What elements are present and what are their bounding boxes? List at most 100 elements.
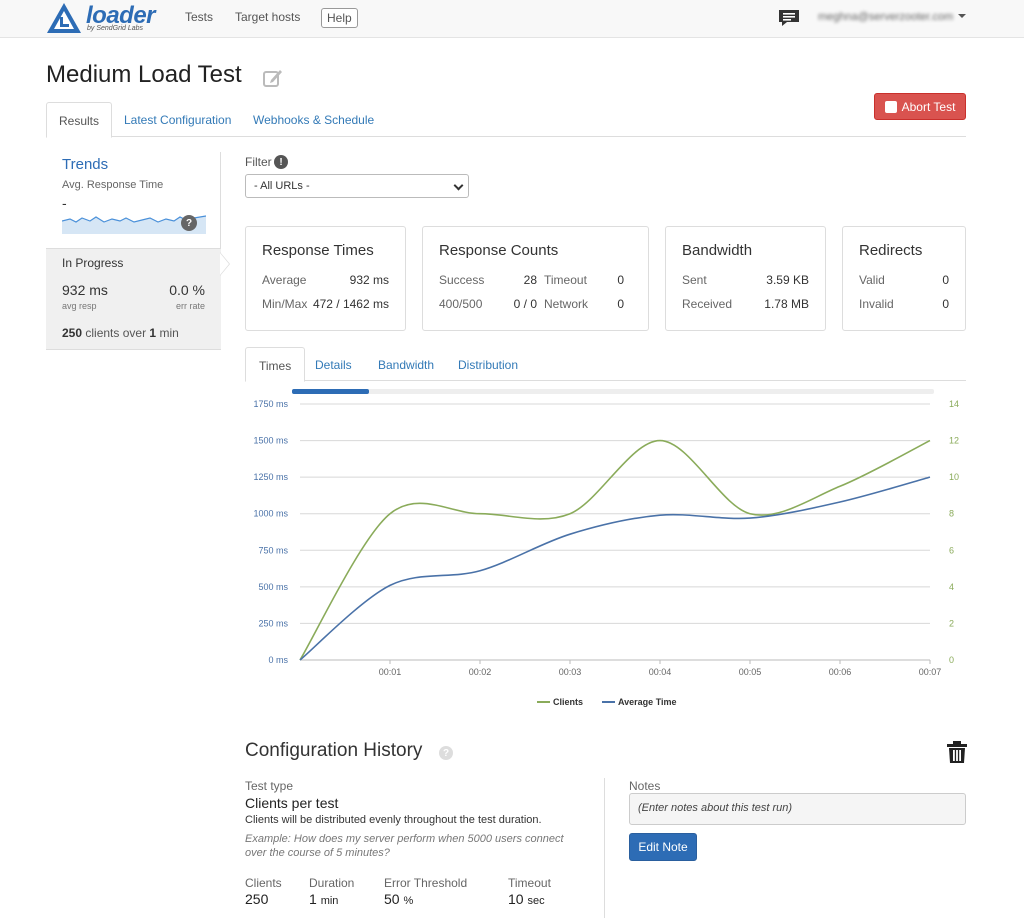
top-navbar: loader by SendGrid Labs Tests Target hos… — [0, 0, 1024, 38]
duration-label: Duration — [309, 876, 355, 890]
y-left-tick-label: 1750 ms — [253, 399, 288, 409]
trends-title[interactable]: Trends — [62, 156, 108, 173]
timeout-label: Timeout — [508, 876, 551, 890]
tab-webhooks-schedule[interactable]: Webhooks & Schedule — [241, 102, 386, 137]
y-left-tick-label: 1500 ms — [253, 436, 288, 446]
y-left-tick-label: 250 ms — [258, 618, 288, 628]
user-menu-caret-icon[interactable] — [958, 14, 966, 18]
timeout-value: 10 sec — [508, 891, 545, 907]
y-left-tick-label: 0 ms — [268, 655, 288, 665]
trends-help-icon[interactable]: ? — [181, 215, 197, 231]
clients-label: Clients — [245, 876, 282, 890]
response-counts-panel: Response Counts Success 28 Timeout 0 400… — [422, 226, 649, 331]
panel-title: Redirects — [859, 242, 923, 259]
url-filter-select[interactable]: - All URLs - — [245, 174, 469, 198]
timeout-unit: sec — [527, 895, 545, 907]
valid-value: 0 — [942, 273, 949, 287]
duration-unit: min — [320, 895, 339, 907]
y-right-tick-label: 0 — [949, 655, 954, 665]
notes-field[interactable]: (Enter notes about this test run) — [629, 793, 966, 825]
redirects-panel: Redirects Valid 0 Invalid 0 — [842, 226, 966, 331]
sent-value: 3.59 KB — [766, 273, 809, 287]
panel-title: Bandwidth — [682, 242, 753, 259]
status-label: In Progress — [62, 256, 124, 270]
duration-value: 1 min — [309, 891, 338, 907]
tab-results[interactable]: Results — [46, 102, 113, 138]
configuration-history-title: Configuration History — [245, 740, 423, 761]
timeout-value: 0 — [617, 273, 624, 287]
y-left-tick-label: 500 ms — [258, 582, 288, 592]
test-progress-bar — [292, 389, 934, 394]
chart-tabs: Times Details Bandwidth Distribution — [245, 347, 966, 382]
error-threshold-unit: % — [403, 895, 414, 907]
y-right-tick-label: 6 — [949, 545, 954, 555]
nav-target-hosts-link[interactable]: Target hosts — [235, 10, 300, 24]
test-type-value: Clients per test — [245, 795, 339, 811]
err-rate-label: err rate — [175, 301, 205, 311]
help-button[interactable]: Help — [321, 8, 358, 28]
y-left-tick-label: 750 ms — [258, 545, 288, 555]
success-value: 28 — [523, 273, 537, 287]
error-threshold-number: 50 — [384, 891, 400, 907]
filter-info-icon[interactable]: ! — [274, 155, 288, 169]
timeout-label: Timeout — [544, 273, 587, 287]
main-tabs: Results Latest Configuration Webhooks & … — [46, 102, 966, 138]
tab-bandwidth[interactable]: Bandwidth — [365, 347, 447, 381]
y-right-tick-label: 12 — [949, 436, 959, 446]
edit-title-icon[interactable] — [262, 67, 284, 89]
tab-latest-configuration[interactable]: Latest Configuration — [112, 102, 243, 137]
success-label: Success — [439, 273, 485, 287]
x-tick-label: 00:07 — [919, 667, 942, 677]
url-filter-selected: - All URLs - — [254, 180, 310, 192]
average-label: Average — [262, 273, 307, 287]
x-tick-label: 00:03 — [559, 667, 582, 677]
tab-distribution[interactable]: Distribution — [445, 347, 531, 381]
test-type-description: Clients will be distributed evenly throu… — [245, 814, 542, 826]
clients-mid-text: clients over — [85, 326, 147, 340]
received-value: 1.78 MB — [764, 297, 809, 311]
trash-icon[interactable] — [946, 740, 968, 764]
y-right-tick-label: 2 — [949, 618, 954, 628]
test-progress-fill — [292, 389, 370, 394]
y-right-tick-label: 4 — [949, 582, 954, 592]
invalid-value: 0 — [942, 297, 949, 311]
400-500-value: 0 / 0 — [513, 297, 537, 311]
progress-summary: In Progress 932 ms avg resp 0.0 % err ra… — [46, 248, 221, 350]
error-threshold-label: Error Threshold — [384, 876, 468, 890]
tab-times[interactable]: Times — [245, 347, 306, 382]
tab-details[interactable]: Details — [302, 347, 365, 381]
clients-unit: min — [159, 326, 179, 340]
x-tick-label: 00:06 — [829, 667, 852, 677]
loader-logo-icon — [47, 3, 81, 33]
y-right-tick-label: 8 — [949, 509, 954, 519]
legend-label: Average Time — [618, 697, 677, 707]
config-divider — [604, 778, 605, 918]
sent-label: Sent — [682, 273, 707, 287]
edit-note-button[interactable]: Edit Note — [629, 833, 697, 861]
panel-title: Response Times — [262, 242, 374, 259]
clients-duration: 1 — [149, 326, 157, 340]
y-right-tick-label: 14 — [949, 399, 959, 409]
y-left-tick-label: 1000 ms — [253, 509, 288, 519]
notes-placeholder: (Enter notes about this test run) — [638, 802, 793, 814]
400-500-label: 400/500 — [439, 297, 483, 311]
nav-tests-link[interactable]: Tests — [185, 10, 213, 24]
notes-label: Notes — [629, 779, 661, 793]
y-right-tick-label: 10 — [949, 472, 959, 482]
trends-value: - — [62, 195, 67, 211]
valid-label: Valid — [859, 273, 885, 287]
config-help-icon[interactable]: ? — [439, 746, 453, 760]
bandwidth-panel: Bandwidth Sent 3.59 KB Received 1.78 MB — [665, 226, 826, 331]
user-email[interactable]: meghna@serverzooter.com — [818, 11, 953, 23]
x-tick-label: 00:02 — [469, 667, 492, 677]
avg-resp-value: 932 ms — [62, 282, 108, 298]
minmax-label: Min/Max — [262, 297, 308, 311]
x-tick-label: 00:05 — [739, 667, 762, 677]
chevron-down-icon — [453, 180, 464, 191]
average-value: 932 ms — [349, 273, 389, 287]
logo-subtitle: by SendGrid Labs — [87, 25, 144, 32]
clients-count: 250 — [62, 326, 83, 340]
avg-resp-label: avg resp — [62, 301, 97, 311]
chat-icon[interactable] — [778, 9, 800, 27]
test-type-label: Test type — [245, 779, 294, 793]
